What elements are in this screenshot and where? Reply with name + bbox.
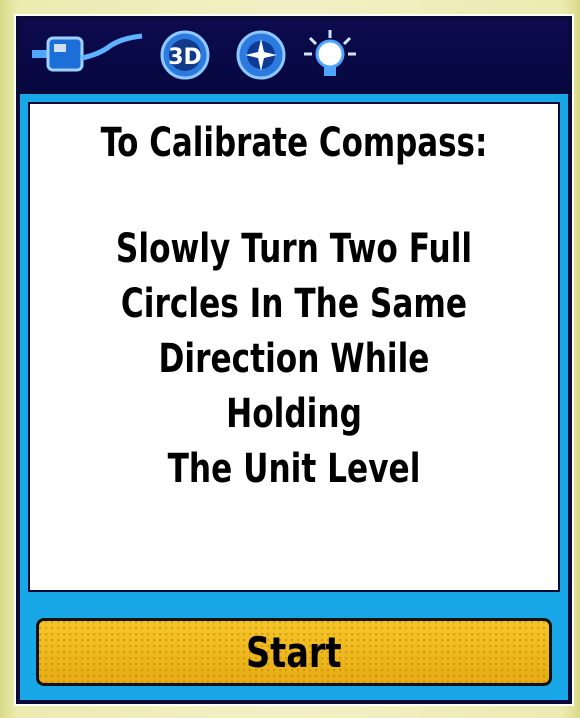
power-cord-icon — [32, 33, 143, 72]
3d-gps-fix-icon: 3D — [160, 30, 210, 80]
screen-frame: 3D To Calibrate Compass: Slowly Turn Two… — [0, 0, 580, 718]
satellite-icon — [236, 30, 286, 80]
device-screen: 3D To Calibrate Compass: Slowly Turn Two… — [14, 14, 574, 706]
message-body: Slowly Turn Two Full Circles In The Same… — [115, 226, 473, 492]
start-button[interactable]: Start — [36, 618, 552, 686]
calibration-message-panel: To Calibrate Compass: Slowly Turn Two Fu… — [28, 102, 560, 592]
gps-fix-label: 3D — [168, 45, 202, 70]
backlight-icon — [304, 30, 356, 76]
message-title: To Calibrate Compass: — [100, 120, 488, 166]
start-button-label: Start — [246, 627, 342, 677]
status-bar: 3D — [20, 20, 568, 90]
